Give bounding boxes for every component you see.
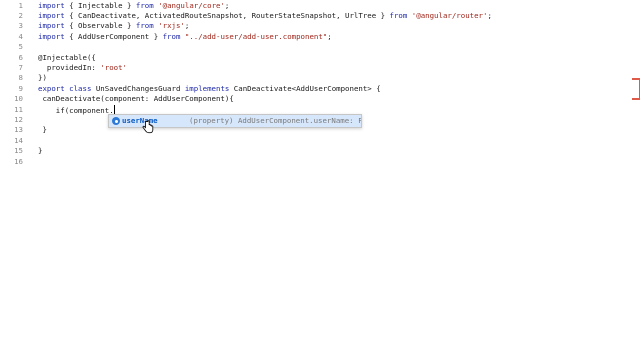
code-text: } — [38, 146, 42, 156]
string-token: '@angular/core' — [158, 0, 225, 10]
line-number: 10 — [14, 94, 23, 104]
line-number: 7 — [18, 62, 23, 72]
code-token: ; — [184, 21, 190, 31]
keyword-token: implements — [184, 83, 230, 93]
code-text: import { AddUserComponent } from "../add… — [38, 32, 332, 42]
code-token: if(component. — [38, 105, 114, 115]
code-line[interactable]: 7 providedIn: 'root' — [0, 63, 640, 73]
code-token: } — [38, 146, 43, 156]
keyword-token: from — [135, 21, 154, 31]
line-number: 16 — [14, 156, 23, 166]
code-token: ; — [487, 10, 492, 20]
code-token: } — [38, 125, 47, 135]
code-text: providedIn: 'root' — [38, 63, 127, 73]
line-number: 5 — [18, 42, 23, 52]
code-line[interactable]: 8}) — [0, 73, 640, 83]
string-token: 'root' — [100, 62, 127, 72]
string-token: "../add-user/add-user.component" — [184, 31, 328, 41]
code-token: { CanDeactivate, ActivatedRouteSnapshot,… — [64, 10, 390, 20]
code-text: import { Observable } from 'rxjs'; — [38, 21, 189, 31]
code-line[interactable]: 10 canDeactivate(component: AddUserCompo… — [0, 94, 640, 104]
code-token: canDeactivate(component: AddUserComponen… — [38, 94, 234, 104]
code-line[interactable]: 2 import { CanDeactivate, ActivatedRouteS… — [0, 11, 640, 21]
line-number: 2 — [18, 10, 23, 20]
code-line[interactable]: 4 import { AddUserComponent } from "../ad… — [0, 32, 640, 42]
code-line[interactable]: 6 @Injectable({ — [0, 53, 640, 63]
keyword-token: import — [38, 0, 65, 10]
code-text: export class UnSavedChangesGuard impleme… — [38, 84, 381, 94]
text-caret — [113, 104, 115, 114]
code-token: providedIn: — [38, 62, 101, 72]
line-number: 12 — [14, 114, 23, 124]
keyword-token: import — [38, 31, 65, 41]
line-number: 8 — [18, 73, 23, 83]
line-number: 6 — [18, 52, 23, 62]
code-token: { Injectable } — [64, 0, 136, 10]
line-number: 4 — [18, 31, 23, 41]
keyword-token: export — [38, 83, 65, 93]
code-text: canDeactivate(component: AddUserComponen… — [38, 94, 234, 104]
keyword-token: from — [135, 0, 154, 10]
line-number: 3 — [18, 21, 23, 31]
code-token: UnSavedChangesGuard — [91, 83, 185, 93]
code-token: { AddUserComponent } — [64, 31, 163, 41]
code-text: import { CanDeactivate, ActivatedRouteSn… — [38, 11, 492, 21]
pointer-hand-icon — [142, 120, 154, 134]
keyword-token: class — [69, 83, 92, 93]
code-line[interactable]: 9 export class UnSavedChangesGuard implem… — [0, 84, 640, 94]
code-text: @Injectable({ — [38, 53, 96, 63]
code-token: @Injectable({ — [38, 52, 96, 62]
code-line[interactable]: 5 — [0, 42, 640, 52]
keyword-token: import — [38, 21, 65, 31]
code-line[interactable]: 3 import { Observable } from 'rxjs'; — [0, 21, 640, 31]
code-line[interactable]: 1 import { Injectable } from '@angular/co… — [0, 1, 640, 11]
keyword-token: import — [38, 10, 65, 20]
line-number: 14 — [14, 135, 23, 145]
code-token: ; — [327, 31, 332, 41]
line-number: 11 — [14, 104, 23, 114]
line-number: 15 — [14, 146, 23, 156]
code-token: CanDeactivate<AddUserComponent> { — [229, 83, 381, 93]
string-token: 'rxjs' — [158, 21, 185, 31]
suggestion-detail: (property) AddUserComponent.userName: Fo… — [189, 116, 361, 125]
overview-ruler-markers — [632, 78, 640, 102]
code-text: import { Injectable } from '@angular/cor… — [38, 1, 229, 11]
code-text: } — [38, 125, 47, 135]
line-number: 9 — [18, 83, 23, 93]
line-number: 1 — [18, 0, 23, 10]
code-text: }) — [38, 73, 47, 83]
keyword-token: from — [389, 10, 408, 20]
string-token: '@angular/router' — [411, 10, 488, 20]
code-line[interactable]: 14 — [0, 136, 640, 146]
code-token: }) — [38, 73, 47, 83]
code-line[interactable]: 15} — [0, 146, 640, 156]
property-icon — [112, 117, 120, 125]
line-number: 13 — [14, 125, 23, 135]
code-line[interactable]: 16 — [0, 157, 640, 167]
code-token: { Observable } — [64, 21, 136, 31]
code-editor[interactable]: 1 import { Injectable } from '@angular/co… — [0, 0, 640, 360]
keyword-token: from — [162, 31, 181, 41]
code-token: ; — [224, 0, 230, 10]
